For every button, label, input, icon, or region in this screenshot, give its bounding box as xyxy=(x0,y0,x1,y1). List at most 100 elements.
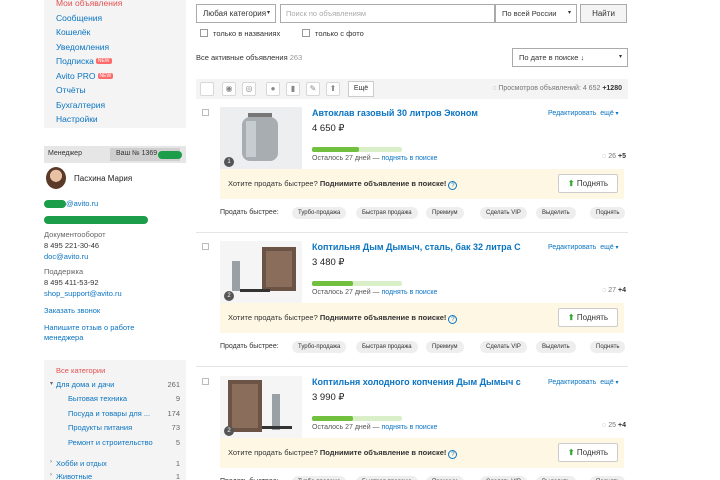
expand-icon[interactable]: › xyxy=(50,459,52,465)
more-actions-link[interactable]: ещё xyxy=(600,110,614,117)
photo-count-badge: 2 xyxy=(224,291,234,301)
quick-sell-chip[interactable]: Турбо-продажа xyxy=(292,476,347,480)
nav-avito-pro[interactable]: Avito PRO NEW xyxy=(56,71,114,81)
raise-button-label: Поднять xyxy=(576,179,609,188)
remaining-days-text: Осталось 27 дней — xyxy=(312,424,380,431)
only-titles-checkbox[interactable] xyxy=(200,29,208,37)
quick-sell-chip[interactable]: Быстрая продажа xyxy=(356,476,418,480)
edit-link[interactable]: Редактировать xyxy=(548,244,596,251)
tab-manager[interactable]: Менеджер xyxy=(48,150,82,157)
listing-checkbox[interactable] xyxy=(202,243,209,250)
docflow-email[interactable]: doc@avito.ru xyxy=(44,252,88,261)
sort-select[interactable]: По дате в поиске ↓ ▾ xyxy=(512,48,628,67)
category-home[interactable]: Для дома и дачи xyxy=(56,380,114,389)
subcategory-food[interactable]: Продукты питания xyxy=(68,423,132,432)
quick-sell-chip[interactable]: Выделить xyxy=(536,476,576,480)
deactivate-icon[interactable]: ◎ xyxy=(242,82,256,96)
stop-icon[interactable]: ● xyxy=(266,82,280,96)
nav-wallet[interactable]: Кошелёк xyxy=(56,27,90,37)
nav-settings[interactable]: Настройки xyxy=(56,114,98,124)
raise-in-search-link[interactable]: поднять в поиске xyxy=(382,424,438,431)
nav-accounting[interactable]: Бухгалтерия xyxy=(56,100,105,110)
quick-sell-chip[interactable]: Быстрая продажа xyxy=(356,341,418,353)
more-actions-link[interactable]: ещё xyxy=(600,244,614,251)
region-select[interactable]: По всей России ▾ xyxy=(495,4,577,23)
listing-checkbox[interactable] xyxy=(202,109,209,116)
nav-my-ads[interactable]: Мои объявления xyxy=(56,0,122,8)
delete-icon[interactable]: ▮ xyxy=(286,82,300,96)
nav-messages[interactable]: Сообщения xyxy=(56,13,102,23)
quick-sell-chip[interactable]: Сделать VIP xyxy=(480,341,527,353)
promo-question: Хотите продать быстрее? xyxy=(228,448,318,457)
nav-reports[interactable]: Отчёты xyxy=(56,85,86,95)
subcategory-dishes[interactable]: Посуда и товары для ... xyxy=(68,409,150,418)
all-active-label: Все активные объявления xyxy=(196,53,288,62)
subcategory-appliances[interactable]: Бытовая техника xyxy=(68,394,127,403)
edit-link[interactable]: Редактировать xyxy=(548,110,596,117)
category-select[interactable]: Любая категория ▾ xyxy=(196,4,276,23)
search-button[interactable]: Найти xyxy=(580,4,627,23)
quick-sell-chip[interactable]: Сделать VIP xyxy=(480,207,527,219)
listing-photo[interactable]: 2 xyxy=(220,241,302,303)
bulk-action-toolbar: ◉ ◎ ● ▮ ✎ ⬆ Ещё ◌ Просмотров объявлений:… xyxy=(196,79,628,99)
listing-progress-fill xyxy=(312,416,353,421)
more-button[interactable]: Ещё xyxy=(348,81,374,97)
nav-subscription[interactable]: Подписка NEW xyxy=(56,56,112,66)
subcategory-repair[interactable]: Ремонт и строительство xyxy=(68,438,153,447)
all-categories-link[interactable]: Все категории xyxy=(56,366,105,375)
sort-select-value: По дате в поиске ↓ xyxy=(519,53,585,62)
raise-button[interactable]: ⬆ Поднять xyxy=(558,174,618,193)
chevron-down-icon: ▾ xyxy=(613,111,619,117)
review-link[interactable]: Напишите отзыв о работе менеджера xyxy=(44,323,154,343)
more-actions-link[interactable]: ещё xyxy=(600,379,614,386)
quick-sell-chip[interactable]: Премиум xyxy=(426,341,464,353)
quick-sell-chip[interactable]: Турбо-продажа xyxy=(292,207,347,219)
promo-banner: Хотите продать быстрее? Поднимите объявл… xyxy=(220,303,624,333)
only-titles-label: только в названиях xyxy=(213,29,281,38)
raise-button[interactable]: ⬆ Поднять xyxy=(558,308,618,327)
listing-title[interactable]: Коптильня Дым Дымыч, сталь, бак 32 литра… xyxy=(312,242,542,252)
new-badge: NEW xyxy=(97,73,114,79)
category-count: 73 xyxy=(171,423,180,432)
quick-sell-chip[interactable]: Быстрая продажа xyxy=(356,207,418,219)
select-all-checkbox[interactable] xyxy=(200,82,214,96)
arrow-up-icon: ⬆ xyxy=(567,179,575,188)
raise-icon[interactable]: ⬆ xyxy=(326,82,340,96)
quick-sell-chip[interactable]: Выделить xyxy=(536,207,576,219)
quick-sell-chip[interactable]: Премиум xyxy=(426,207,464,219)
listing-photo[interactable]: 2 xyxy=(220,376,302,438)
listing-checkbox[interactable] xyxy=(202,378,209,385)
help-icon[interactable]: ? xyxy=(448,315,458,324)
raise-in-search-link[interactable]: поднять в поиске xyxy=(382,155,438,162)
edit-link[interactable]: Редактировать xyxy=(548,379,596,386)
promo-text: Хотите продать быстрее? Поднимите объявл… xyxy=(228,179,458,190)
category-count: 174 xyxy=(167,409,180,418)
quick-sell-chip[interactable]: Сделать VIP xyxy=(480,476,527,480)
category-hobby[interactable]: Хобби и отдых xyxy=(56,459,107,468)
help-icon[interactable]: ? xyxy=(448,181,458,190)
quick-sell-chip[interactable]: Премиум xyxy=(426,476,464,480)
quick-sell-chip[interactable]: Турбо-продажа xyxy=(292,341,347,353)
listing-title[interactable]: Коптильня холодного копчения Дым Дымыч с xyxy=(312,377,542,387)
listing-photo[interactable]: 1 xyxy=(220,107,302,169)
remaining-days: Осталось 27 дней — поднять в поиске xyxy=(312,289,437,296)
expand-icon[interactable]: › xyxy=(50,472,52,478)
category-animals[interactable]: Животные xyxy=(56,472,92,480)
support-email[interactable]: shop_support@avito.ru xyxy=(44,289,122,298)
order-call-link[interactable]: Заказать звонок xyxy=(44,306,100,315)
quick-sell-chip[interactable]: Выделить xyxy=(536,341,576,353)
nav-notifications[interactable]: Уведомления xyxy=(56,42,109,52)
help-icon[interactable]: ? xyxy=(448,450,458,459)
manager-email[interactable]: @avito.ru xyxy=(66,199,98,208)
expand-icon[interactable]: ▾ xyxy=(50,380,53,387)
edit-icon[interactable]: ✎ xyxy=(306,82,320,96)
quick-sell-chip[interactable]: Поднять xyxy=(590,476,626,480)
quick-sell-chip[interactable]: Поднять xyxy=(590,341,626,353)
search-input[interactable]: Поиск по объявлениям xyxy=(280,4,495,23)
activate-icon[interactable]: ◉ xyxy=(222,82,236,96)
quick-sell-chip[interactable]: Поднять xyxy=(590,207,626,219)
raise-button[interactable]: ⬆ Поднять xyxy=(558,443,618,462)
raise-in-search-link[interactable]: поднять в поиске xyxy=(382,289,438,296)
only-photo-checkbox[interactable] xyxy=(302,29,310,37)
listing-title[interactable]: Автоклав газовый 30 литров Эконом xyxy=(312,108,542,118)
